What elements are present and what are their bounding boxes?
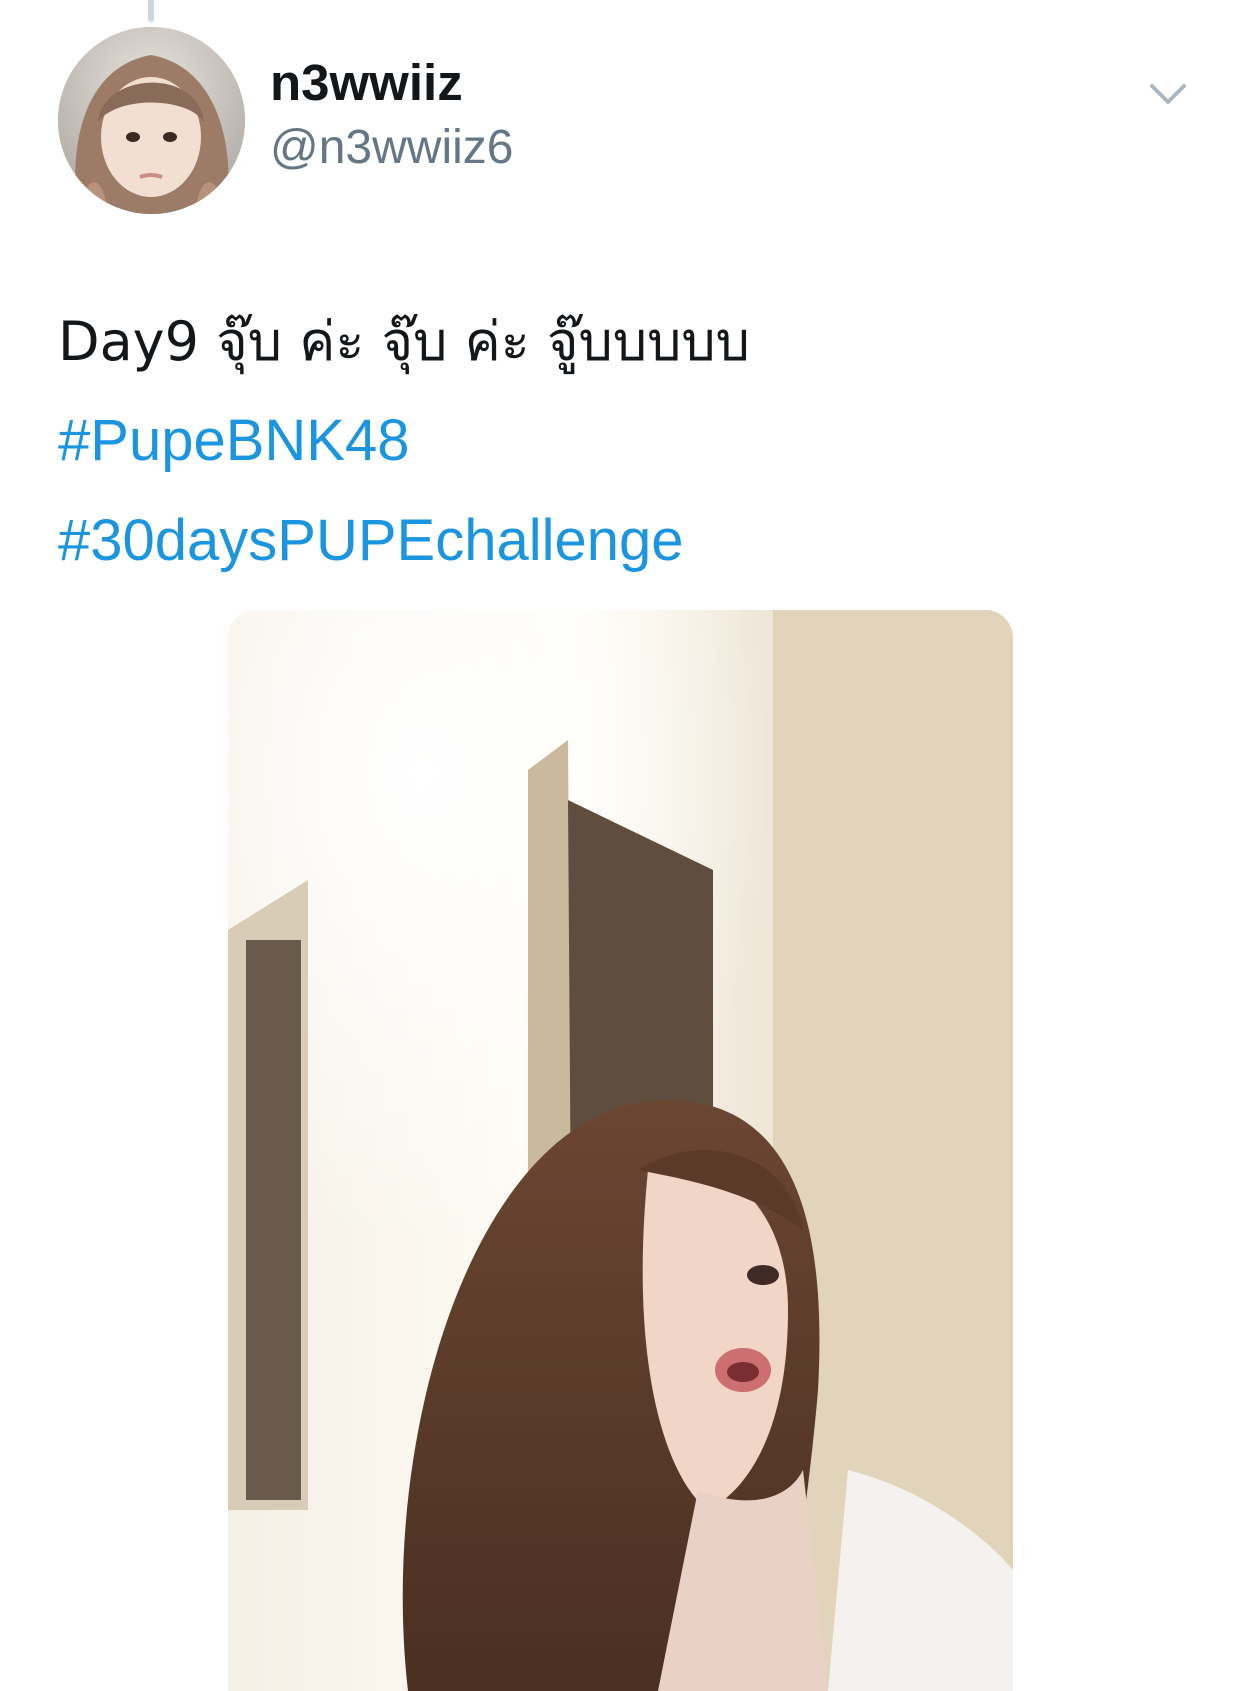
- tweet-text: Day9 จุ๊บ ค่ะ จุ๊บ ค่ะ จู๊บบบบบ: [58, 310, 750, 373]
- avatar[interactable]: [58, 27, 245, 214]
- video-frame-image: [228, 610, 1013, 1691]
- tweet-media-video[interactable]: [228, 610, 1013, 1691]
- hashtag-link[interactable]: #30daysPUPEchallenge: [58, 508, 684, 573]
- user-handle[interactable]: @n3wwiiz6: [270, 118, 513, 178]
- tweet-body: Day9 จุ๊บ ค่ะ จุ๊บ ค่ะ จู๊บบบบบ #PupeBNK…: [58, 292, 1188, 591]
- user-info[interactable]: n3wwiiz @n3wwiiz6: [270, 52, 513, 178]
- display-name[interactable]: n3wwiiz: [270, 52, 513, 114]
- avatar-photo: [58, 27, 245, 214]
- hashtag-link[interactable]: #PupeBNK48: [58, 408, 409, 473]
- thread-connector-line: [148, 0, 154, 22]
- chevron-down-icon[interactable]: [1140, 66, 1196, 122]
